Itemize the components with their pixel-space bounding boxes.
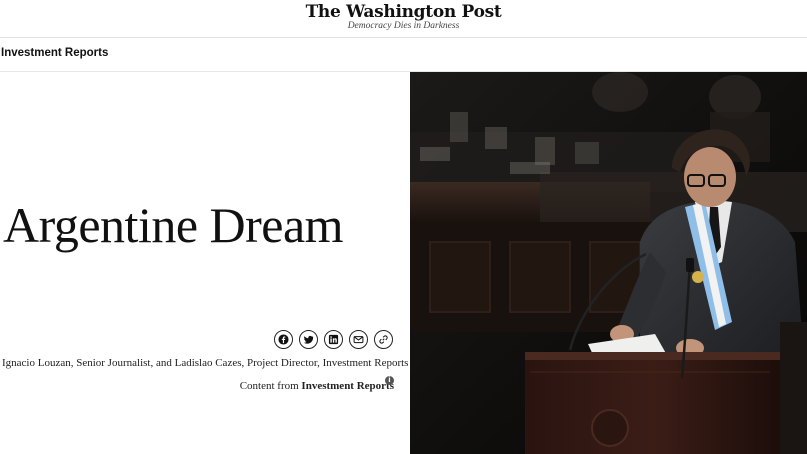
twitter-icon — [303, 335, 314, 344]
site-tagline: Democracy Dies in Darkness — [347, 21, 460, 31]
linkedin-icon — [328, 334, 339, 345]
hero-image — [410, 72, 807, 454]
share-link-button[interactable] — [374, 330, 393, 349]
share-facebook-button[interactable] — [274, 330, 293, 349]
masthead: The Washington Post Democracy Dies in Da… — [0, 0, 807, 38]
article-byline: Ignacio Louzan, Senior Journalist, and L… — [2, 357, 409, 369]
sponsor-credit-source[interactable]: Investment Reports — [301, 380, 394, 392]
share-twitter-button[interactable] — [299, 330, 318, 349]
site-logo[interactable]: The Washington Post — [0, 2, 807, 22]
sponsor-credit-prefix: Content from — [239, 380, 299, 392]
link-icon — [379, 335, 388, 344]
share-email-button[interactable] — [349, 330, 368, 349]
share-linkedin-button[interactable] — [324, 330, 343, 349]
article-headline: Argentine Dream — [3, 197, 344, 253]
info-icon[interactable]: i — [385, 376, 394, 385]
facebook-icon — [278, 334, 289, 345]
section-bar: Investment Reports — [0, 38, 807, 72]
sponsor-credit: Content from Investment Reports — [240, 380, 394, 392]
email-icon — [353, 336, 364, 344]
speaker-at-podium-illustration — [410, 72, 807, 454]
section-link[interactable]: Investment Reports — [1, 47, 108, 59]
